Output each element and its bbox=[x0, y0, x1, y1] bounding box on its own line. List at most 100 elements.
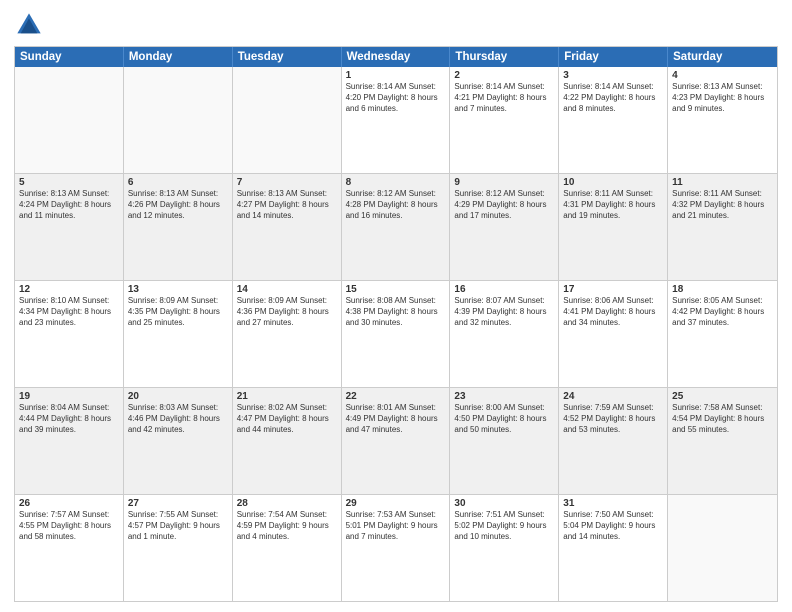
table-row: 22Sunrise: 8:01 AM Sunset: 4:49 PM Dayli… bbox=[342, 388, 451, 494]
day-number: 12 bbox=[19, 284, 119, 295]
day-number: 8 bbox=[346, 177, 446, 188]
day-details: Sunrise: 8:11 AM Sunset: 4:31 PM Dayligh… bbox=[563, 189, 663, 221]
table-row: 29Sunrise: 7:53 AM Sunset: 5:01 PM Dayli… bbox=[342, 495, 451, 601]
table-row: 26Sunrise: 7:57 AM Sunset: 4:55 PM Dayli… bbox=[15, 495, 124, 601]
day-details: Sunrise: 8:06 AM Sunset: 4:41 PM Dayligh… bbox=[563, 296, 663, 328]
calendar-header: SundayMondayTuesdayWednesdayThursdayFrid… bbox=[15, 47, 777, 67]
day-details: Sunrise: 7:54 AM Sunset: 4:59 PM Dayligh… bbox=[237, 510, 337, 542]
table-row: 12Sunrise: 8:10 AM Sunset: 4:34 PM Dayli… bbox=[15, 281, 124, 387]
table-row: 3Sunrise: 8:14 AM Sunset: 4:22 PM Daylig… bbox=[559, 67, 668, 173]
table-row: 18Sunrise: 8:05 AM Sunset: 4:42 PM Dayli… bbox=[668, 281, 777, 387]
day-details: Sunrise: 8:14 AM Sunset: 4:22 PM Dayligh… bbox=[563, 82, 663, 114]
day-details: Sunrise: 8:14 AM Sunset: 4:21 PM Dayligh… bbox=[454, 82, 554, 114]
day-number: 26 bbox=[19, 498, 119, 509]
day-details: Sunrise: 8:09 AM Sunset: 4:35 PM Dayligh… bbox=[128, 296, 228, 328]
table-row: 27Sunrise: 7:55 AM Sunset: 4:57 PM Dayli… bbox=[124, 495, 233, 601]
page: SundayMondayTuesdayWednesdayThursdayFrid… bbox=[0, 0, 792, 612]
day-number: 19 bbox=[19, 391, 119, 402]
table-row: 25Sunrise: 7:58 AM Sunset: 4:54 PM Dayli… bbox=[668, 388, 777, 494]
day-details: Sunrise: 8:07 AM Sunset: 4:39 PM Dayligh… bbox=[454, 296, 554, 328]
day-details: Sunrise: 8:09 AM Sunset: 4:36 PM Dayligh… bbox=[237, 296, 337, 328]
day-details: Sunrise: 7:58 AM Sunset: 4:54 PM Dayligh… bbox=[672, 403, 773, 435]
day-details: Sunrise: 8:00 AM Sunset: 4:50 PM Dayligh… bbox=[454, 403, 554, 435]
table-row: 16Sunrise: 8:07 AM Sunset: 4:39 PM Dayli… bbox=[450, 281, 559, 387]
table-row: 2Sunrise: 8:14 AM Sunset: 4:21 PM Daylig… bbox=[450, 67, 559, 173]
header-cell-tuesday: Tuesday bbox=[233, 47, 342, 67]
day-details: Sunrise: 8:01 AM Sunset: 4:49 PM Dayligh… bbox=[346, 403, 446, 435]
table-row: 30Sunrise: 7:51 AM Sunset: 5:02 PM Dayli… bbox=[450, 495, 559, 601]
header-cell-thursday: Thursday bbox=[450, 47, 559, 67]
calendar-body: 1Sunrise: 8:14 AM Sunset: 4:20 PM Daylig… bbox=[15, 67, 777, 601]
day-number: 24 bbox=[563, 391, 663, 402]
table-row: 4Sunrise: 8:13 AM Sunset: 4:23 PM Daylig… bbox=[668, 67, 777, 173]
week-row-4: 19Sunrise: 8:04 AM Sunset: 4:44 PM Dayli… bbox=[15, 388, 777, 495]
day-number: 16 bbox=[454, 284, 554, 295]
table-row: 14Sunrise: 8:09 AM Sunset: 4:36 PM Dayli… bbox=[233, 281, 342, 387]
day-number: 20 bbox=[128, 391, 228, 402]
table-row: 24Sunrise: 7:59 AM Sunset: 4:52 PM Dayli… bbox=[559, 388, 668, 494]
day-number: 15 bbox=[346, 284, 446, 295]
logo bbox=[14, 10, 48, 40]
header-cell-wednesday: Wednesday bbox=[342, 47, 451, 67]
week-row-1: 1Sunrise: 8:14 AM Sunset: 4:20 PM Daylig… bbox=[15, 67, 777, 174]
day-details: Sunrise: 8:04 AM Sunset: 4:44 PM Dayligh… bbox=[19, 403, 119, 435]
day-number: 10 bbox=[563, 177, 663, 188]
day-number: 5 bbox=[19, 177, 119, 188]
day-details: Sunrise: 8:12 AM Sunset: 4:28 PM Dayligh… bbox=[346, 189, 446, 221]
day-number: 1 bbox=[346, 70, 446, 81]
day-details: Sunrise: 8:13 AM Sunset: 4:23 PM Dayligh… bbox=[672, 82, 773, 114]
day-details: Sunrise: 7:51 AM Sunset: 5:02 PM Dayligh… bbox=[454, 510, 554, 542]
table-row: 10Sunrise: 8:11 AM Sunset: 4:31 PM Dayli… bbox=[559, 174, 668, 280]
day-number: 27 bbox=[128, 498, 228, 509]
day-number: 6 bbox=[128, 177, 228, 188]
week-row-5: 26Sunrise: 7:57 AM Sunset: 4:55 PM Dayli… bbox=[15, 495, 777, 601]
day-details: Sunrise: 8:05 AM Sunset: 4:42 PM Dayligh… bbox=[672, 296, 773, 328]
table-row bbox=[233, 67, 342, 173]
day-details: Sunrise: 8:10 AM Sunset: 4:34 PM Dayligh… bbox=[19, 296, 119, 328]
day-number: 7 bbox=[237, 177, 337, 188]
table-row bbox=[124, 67, 233, 173]
day-details: Sunrise: 8:03 AM Sunset: 4:46 PM Dayligh… bbox=[128, 403, 228, 435]
table-row: 17Sunrise: 8:06 AM Sunset: 4:41 PM Dayli… bbox=[559, 281, 668, 387]
day-number: 18 bbox=[672, 284, 773, 295]
table-row: 28Sunrise: 7:54 AM Sunset: 4:59 PM Dayli… bbox=[233, 495, 342, 601]
table-row: 5Sunrise: 8:13 AM Sunset: 4:24 PM Daylig… bbox=[15, 174, 124, 280]
day-number: 13 bbox=[128, 284, 228, 295]
day-number: 30 bbox=[454, 498, 554, 509]
header-cell-saturday: Saturday bbox=[668, 47, 777, 67]
table-row bbox=[15, 67, 124, 173]
day-details: Sunrise: 7:57 AM Sunset: 4:55 PM Dayligh… bbox=[19, 510, 119, 542]
table-row: 11Sunrise: 8:11 AM Sunset: 4:32 PM Dayli… bbox=[668, 174, 777, 280]
table-row: 1Sunrise: 8:14 AM Sunset: 4:20 PM Daylig… bbox=[342, 67, 451, 173]
day-number: 23 bbox=[454, 391, 554, 402]
table-row: 9Sunrise: 8:12 AM Sunset: 4:29 PM Daylig… bbox=[450, 174, 559, 280]
day-details: Sunrise: 8:13 AM Sunset: 4:26 PM Dayligh… bbox=[128, 189, 228, 221]
day-details: Sunrise: 8:13 AM Sunset: 4:24 PM Dayligh… bbox=[19, 189, 119, 221]
day-details: Sunrise: 8:14 AM Sunset: 4:20 PM Dayligh… bbox=[346, 82, 446, 114]
table-row: 31Sunrise: 7:50 AM Sunset: 5:04 PM Dayli… bbox=[559, 495, 668, 601]
header-cell-friday: Friday bbox=[559, 47, 668, 67]
table-row: 15Sunrise: 8:08 AM Sunset: 4:38 PM Dayli… bbox=[342, 281, 451, 387]
week-row-3: 12Sunrise: 8:10 AM Sunset: 4:34 PM Dayli… bbox=[15, 281, 777, 388]
table-row: 6Sunrise: 8:13 AM Sunset: 4:26 PM Daylig… bbox=[124, 174, 233, 280]
day-details: Sunrise: 8:12 AM Sunset: 4:29 PM Dayligh… bbox=[454, 189, 554, 221]
table-row: 7Sunrise: 8:13 AM Sunset: 4:27 PM Daylig… bbox=[233, 174, 342, 280]
day-number: 3 bbox=[563, 70, 663, 81]
day-details: Sunrise: 8:02 AM Sunset: 4:47 PM Dayligh… bbox=[237, 403, 337, 435]
logo-icon bbox=[14, 10, 44, 40]
header-cell-monday: Monday bbox=[124, 47, 233, 67]
day-number: 14 bbox=[237, 284, 337, 295]
day-number: 31 bbox=[563, 498, 663, 509]
table-row: 8Sunrise: 8:12 AM Sunset: 4:28 PM Daylig… bbox=[342, 174, 451, 280]
day-number: 4 bbox=[672, 70, 773, 81]
table-row: 20Sunrise: 8:03 AM Sunset: 4:46 PM Dayli… bbox=[124, 388, 233, 494]
table-row: 13Sunrise: 8:09 AM Sunset: 4:35 PM Dayli… bbox=[124, 281, 233, 387]
day-details: Sunrise: 7:55 AM Sunset: 4:57 PM Dayligh… bbox=[128, 510, 228, 542]
table-row bbox=[668, 495, 777, 601]
day-number: 17 bbox=[563, 284, 663, 295]
day-number: 9 bbox=[454, 177, 554, 188]
day-details: Sunrise: 7:53 AM Sunset: 5:01 PM Dayligh… bbox=[346, 510, 446, 542]
week-row-2: 5Sunrise: 8:13 AM Sunset: 4:24 PM Daylig… bbox=[15, 174, 777, 281]
header bbox=[14, 10, 778, 40]
day-details: Sunrise: 7:59 AM Sunset: 4:52 PM Dayligh… bbox=[563, 403, 663, 435]
